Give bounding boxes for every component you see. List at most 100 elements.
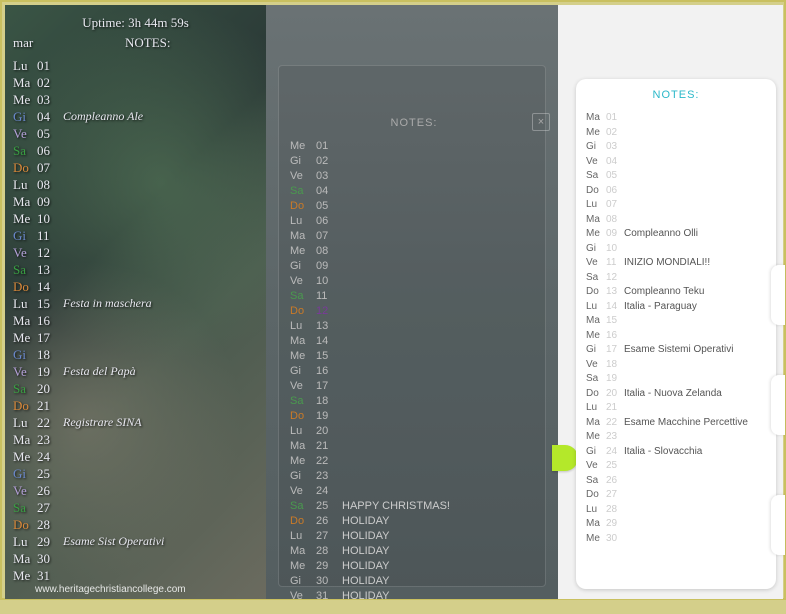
- day-number: 23: [37, 431, 63, 448]
- weekday-label: Lu: [290, 424, 316, 439]
- weekday-label: Lu: [13, 176, 37, 193]
- day-number: 23: [606, 430, 624, 445]
- day-number: 29: [316, 559, 342, 574]
- close-icon[interactable]: ×: [532, 113, 550, 131]
- day-number: 31: [316, 589, 342, 604]
- day-number: 26: [316, 514, 342, 529]
- weekday-label: Do: [13, 516, 37, 533]
- day-number: 04: [316, 184, 342, 199]
- calendar-row: Sa12: [586, 271, 766, 286]
- day-number: 14: [316, 334, 342, 349]
- calendar-row: Ve24: [290, 484, 538, 499]
- weekday-label: Me: [290, 559, 316, 574]
- weekday-label: Ma: [290, 544, 316, 559]
- weekday-label: Ve: [290, 274, 316, 289]
- weekday-label: Do: [290, 199, 316, 214]
- calendar-row: Me03: [13, 91, 258, 108]
- weekday-label: Ma: [13, 431, 37, 448]
- day-number: 27: [37, 499, 63, 516]
- calendar-row: Ma08: [586, 213, 766, 228]
- day-number: 16: [316, 364, 342, 379]
- calendar-row: Ve18: [586, 358, 766, 373]
- day-number: 21: [37, 397, 63, 414]
- day-number: 02: [37, 74, 63, 91]
- day-note: HOLIDAY: [342, 574, 389, 589]
- notes-header: NOTES:: [586, 89, 766, 101]
- day-number: 26: [37, 482, 63, 499]
- day-number: 03: [316, 169, 342, 184]
- calendar-row: Gi04Compleanno Ale: [13, 108, 258, 125]
- weekday-label: Sa: [290, 184, 316, 199]
- day-number: 01: [606, 111, 624, 126]
- day-number: 21: [606, 401, 624, 416]
- calendar-row: Lu08: [13, 176, 258, 193]
- weekday-label: Lu: [290, 529, 316, 544]
- calendar-row: Sa25HAPPY CHRISTMAS!: [290, 499, 538, 514]
- weekday-label: Do: [586, 184, 606, 199]
- day-number: 20: [316, 424, 342, 439]
- calendar-row: Me09Compleanno Olli: [586, 227, 766, 242]
- weekday-label: Do: [290, 409, 316, 424]
- day-number: 27: [606, 488, 624, 503]
- calendar-row: Do26HOLIDAY: [290, 514, 538, 529]
- day-note: HOLIDAY: [342, 544, 389, 559]
- day-number: 31: [37, 567, 63, 584]
- day-number: 13: [316, 319, 342, 334]
- day-note: Italia - Slovacchia: [624, 445, 702, 460]
- day-number: 21: [316, 439, 342, 454]
- day-number: 27: [316, 529, 342, 544]
- calendar-row: Gi11: [13, 227, 258, 244]
- weekday-label: Me: [586, 532, 606, 547]
- calendar-row: Sa11: [290, 289, 538, 304]
- weekday-label: Me: [586, 430, 606, 445]
- calendar-row: Do06: [586, 184, 766, 199]
- calendar-row: Do13Compleanno Teku: [586, 285, 766, 300]
- weekday-label: Me: [290, 454, 316, 469]
- day-note: HOLIDAY: [342, 514, 389, 529]
- day-number: 24: [316, 484, 342, 499]
- day-number: 14: [37, 278, 63, 295]
- calendar-row: Me24: [13, 448, 258, 465]
- calendar-row: Ve03: [290, 169, 538, 184]
- side-tab[interactable]: [771, 375, 785, 435]
- calendar-row: Ma09: [13, 193, 258, 210]
- day-number: 09: [316, 259, 342, 274]
- day-number: 12: [316, 304, 342, 319]
- day-note: Festa in maschera: [63, 295, 152, 312]
- calendar-row: Lu28: [586, 503, 766, 518]
- calendar-widget-light: NOTES: Ma01Me02Gi03Ve04Sa05Do06Lu07Ma08M…: [558, 5, 783, 599]
- weekday-label: Lu: [586, 198, 606, 213]
- weekday-label: Ma: [586, 416, 606, 431]
- calendar-row: Lu01: [13, 57, 258, 74]
- day-number: 07: [606, 198, 624, 213]
- calendar-widget-grey: × NOTES: Me01Gi02Ve03Sa04Do05Lu06Ma07Me0…: [266, 5, 558, 599]
- weekday-label: Me: [13, 91, 37, 108]
- side-tab[interactable]: [771, 265, 785, 325]
- calendar-row: Lu06: [290, 214, 538, 229]
- day-note: Italia - Paraguay: [624, 300, 697, 315]
- calendar-row: Gi17Esame Sistemi Operativi: [586, 343, 766, 358]
- day-number: 01: [316, 139, 342, 154]
- weekday-label: Me: [290, 244, 316, 259]
- weekday-label: Lu: [13, 295, 37, 312]
- calendar-row: Me02: [586, 126, 766, 141]
- calendar-row: Ma28HOLIDAY: [290, 544, 538, 559]
- weekday-label: Me: [290, 139, 316, 154]
- weekday-label: Sa: [290, 289, 316, 304]
- calendar-row: Ma21: [290, 439, 538, 454]
- day-number: 02: [606, 126, 624, 141]
- day-number: 17: [606, 343, 624, 358]
- weekday-label: Lu: [290, 319, 316, 334]
- day-number: 15: [37, 295, 63, 312]
- weekday-label: Do: [586, 387, 606, 402]
- day-number: 25: [316, 499, 342, 514]
- calendar-row: Me30: [586, 532, 766, 547]
- calendar-row: Do28: [13, 516, 258, 533]
- side-tab[interactable]: [771, 495, 785, 555]
- day-note: INIZIO MONDIALI!!: [624, 256, 710, 271]
- day-number: 20: [606, 387, 624, 402]
- weekday-label: Me: [13, 329, 37, 346]
- day-number: 02: [316, 154, 342, 169]
- calendar-row: Ve31HOLIDAY: [290, 589, 538, 604]
- weekday-label: Gi: [586, 445, 606, 460]
